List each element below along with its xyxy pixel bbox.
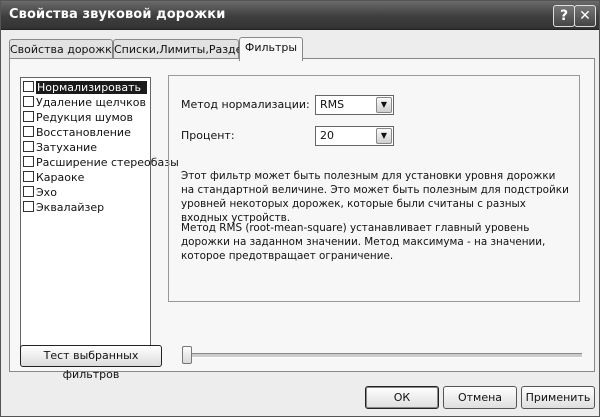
filters-panel: Нормализировать Удаление щелчков Редукци… <box>9 58 595 381</box>
ok-button[interactable]: ОК <box>365 386 439 409</box>
filter-item-stereo-expansion[interactable]: Расширение стереобазы <box>23 155 179 170</box>
filter-settings-group: Метод нормализации: RMS ▼ Процент: 20 ▼ … <box>168 75 580 302</box>
filter-checkbox[interactable] <box>23 111 34 122</box>
help-button[interactable]: ? <box>553 5 575 27</box>
title-bar[interactable]: Свойства звуковой дорожки ? ✕ <box>1 1 599 30</box>
filter-checkbox[interactable] <box>23 201 34 212</box>
percent-label: Процент: <box>181 129 235 142</box>
filter-checkbox[interactable] <box>23 141 34 152</box>
filter-checkbox[interactable] <box>23 96 34 107</box>
filter-checkbox[interactable] <box>23 171 34 182</box>
filter-item-echo[interactable]: Эхо <box>23 185 57 200</box>
properties-dialog: Свойства звуковой дорожки ? ✕ Свойства д… <box>0 0 600 417</box>
filter-item-karaoke[interactable]: Караоке <box>23 170 84 185</box>
method-description: Метод RMS (root-mean-square) устанавлива… <box>181 222 546 262</box>
window-title: Свойства звуковой дорожки <box>9 7 226 22</box>
method-value: RMS <box>320 98 345 111</box>
close-button[interactable]: ✕ <box>574 5 596 27</box>
filter-checkbox[interactable] <box>23 156 34 167</box>
filter-checkbox[interactable] <box>23 126 34 137</box>
chevron-down-icon[interactable]: ▼ <box>376 97 392 113</box>
filter-checkbox[interactable] <box>23 186 34 197</box>
filter-item-normalize[interactable]: Нормализировать <box>23 80 148 95</box>
slider-track[interactable] <box>188 353 582 358</box>
filter-item-equalizer[interactable]: Эквалайзер <box>23 200 104 215</box>
cancel-button[interactable]: Отмена <box>443 386 517 409</box>
tab-track-properties[interactable]: Свойства дорожки <box>9 39 119 60</box>
apply-button[interactable]: Применить <box>521 386 595 409</box>
filter-item-restoration[interactable]: Восстановление <box>23 125 131 140</box>
method-label: Метод нормализации: <box>181 98 310 111</box>
filter-description: Этот фильтр может быть полезным для уста… <box>181 170 569 224</box>
slider-thumb[interactable] <box>182 346 192 364</box>
tab-lists-limits[interactable]: Списки,Лимиты,Раздел <box>113 39 249 60</box>
filter-checkbox[interactable] <box>23 81 34 92</box>
percent-select[interactable]: 20 ▼ <box>315 126 394 146</box>
test-filters-button[interactable]: Тест выбранных фильтров <box>20 345 162 381</box>
tab-filters[interactable]: Фильтры <box>239 37 303 61</box>
chevron-down-icon[interactable]: ▼ <box>376 128 392 144</box>
filter-item-fade[interactable]: Затухание <box>23 140 97 155</box>
method-select[interactable]: RMS ▼ <box>315 95 394 115</box>
percent-value: 20 <box>320 129 334 142</box>
filter-item-noise-reduction[interactable]: Редукция шумов <box>23 110 133 125</box>
filter-list[interactable]: Нормализировать Удаление щелчков Редукци… <box>20 77 179 355</box>
filter-item-click-removal[interactable]: Удаление щелчков <box>23 95 146 110</box>
